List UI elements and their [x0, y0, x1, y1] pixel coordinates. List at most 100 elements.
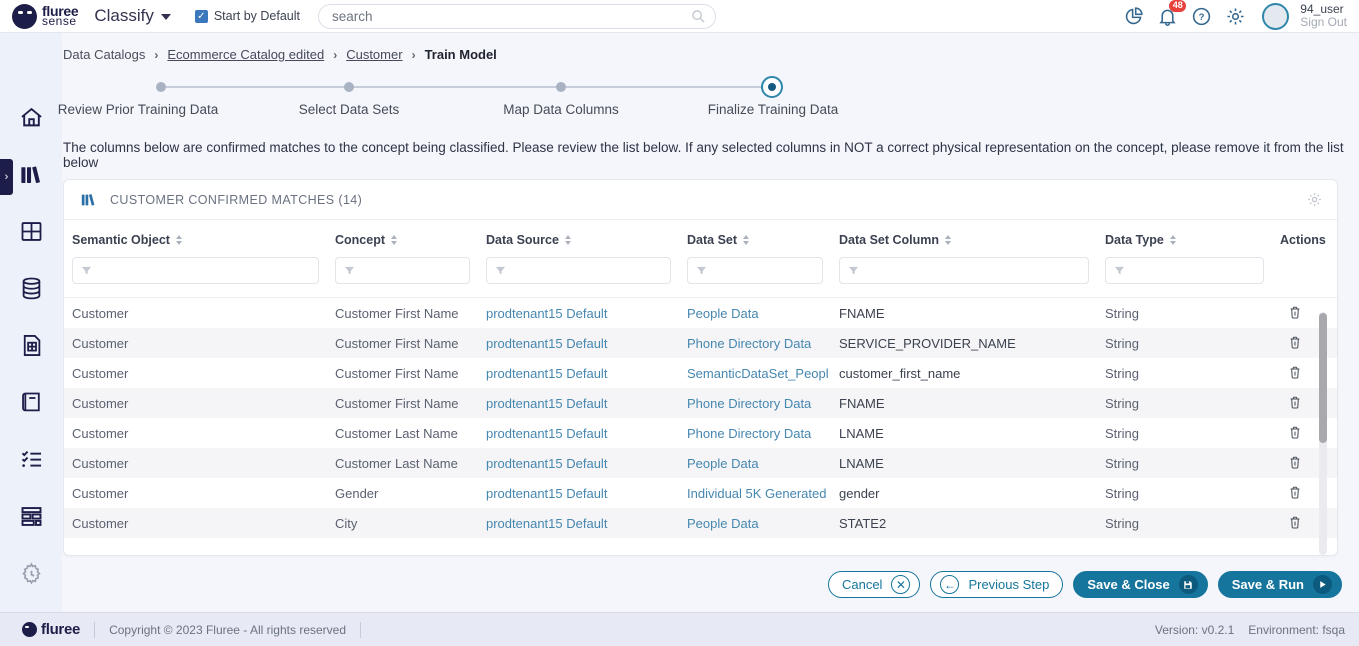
column-header-data-set-column[interactable]: Data Set Column: [839, 233, 1105, 247]
start-by-default-checkbox[interactable]: ✓ Start by Default: [195, 9, 300, 23]
cell-data-set-link[interactable]: People Data: [687, 456, 839, 471]
cell-data-set-link[interactable]: Individual 5K Generated: [687, 486, 839, 501]
cell-data-source-link[interactable]: prodtenant15 Default: [486, 396, 687, 411]
grid-icon[interactable]: [18, 218, 45, 245]
database-icon[interactable]: [18, 275, 45, 302]
delete-row-trash-icon[interactable]: [1286, 483, 1304, 502]
delete-row-trash-icon[interactable]: [1286, 513, 1304, 532]
cell-concept: Customer First Name: [335, 336, 486, 351]
version-label: Version: v0.2.1: [1155, 623, 1234, 637]
filter-semantic-object-input[interactable]: [72, 257, 319, 284]
save-run-button[interactable]: Save & Run: [1218, 571, 1342, 598]
app-logo: fluree sense: [12, 4, 78, 29]
table-row: Customer Customer First Name prodtenant1…: [64, 388, 1337, 418]
sort-icon[interactable]: [945, 235, 951, 245]
cell-data-set-link[interactable]: People Data: [687, 306, 839, 321]
cell-data-source-link[interactable]: prodtenant15 Default: [486, 426, 687, 441]
breadcrumb-customer-link[interactable]: Customer: [346, 47, 402, 62]
analytics-pie-icon[interactable]: [1122, 5, 1145, 28]
play-icon: [1313, 575, 1332, 594]
delete-row-trash-icon[interactable]: [1286, 333, 1304, 352]
filter-concept-input[interactable]: [335, 257, 470, 284]
save-run-label: Save & Run: [1232, 577, 1304, 592]
cell-data-source-link[interactable]: prodtenant15 Default: [486, 456, 687, 471]
chevron-right-icon: ›: [412, 48, 416, 62]
search-icon: [691, 9, 706, 24]
cell-data-source-link[interactable]: prodtenant15 Default: [486, 366, 687, 381]
classify-dropdown-label: Classify: [94, 6, 154, 26]
step-dot-2: [344, 82, 354, 92]
cell-data-type: String: [1105, 396, 1280, 411]
checkbox-label: Start by Default: [214, 9, 300, 23]
cell-data-source-link[interactable]: prodtenant15 Default: [486, 516, 687, 531]
settings-gear-icon[interactable]: [1224, 5, 1247, 28]
sort-icon[interactable]: [1170, 235, 1176, 245]
breadcrumb-data-catalogs[interactable]: Data Catalogs: [63, 47, 145, 62]
table-settings-gear-icon[interactable]: [1306, 191, 1323, 208]
user-avatar[interactable]: [1262, 3, 1289, 30]
help-icon[interactable]: ?: [1190, 5, 1213, 28]
save-close-button[interactable]: Save & Close: [1073, 571, 1207, 598]
cell-data-type: String: [1105, 456, 1280, 471]
cancel-button[interactable]: Cancel ✕: [828, 571, 920, 598]
sort-icon[interactable]: [391, 235, 397, 245]
cell-data-source-link[interactable]: prodtenant15 Default: [486, 306, 687, 321]
cell-data-source-link[interactable]: prodtenant15 Default: [486, 336, 687, 351]
step-dot-4-active: [761, 76, 783, 98]
checkbox-checked-icon[interactable]: ✓: [195, 10, 208, 23]
table-row: Customer Customer First Name prodtenant1…: [64, 298, 1337, 328]
column-header-semantic-object[interactable]: Semantic Object: [72, 233, 335, 247]
chevron-right-icon: ›: [154, 48, 158, 62]
breadcrumb-catalog-link[interactable]: Ecommerce Catalog edited: [167, 47, 324, 62]
fluree-logo-icon: [22, 622, 37, 637]
cancel-label: Cancel: [842, 577, 882, 592]
cell-data-set-link[interactable]: People Data: [687, 516, 839, 531]
save-icon: [1179, 575, 1198, 594]
home-icon[interactable]: [18, 104, 45, 131]
top-bar: fluree sense Classify ✓ Start by Default…: [0, 0, 1359, 33]
search-input[interactable]: [318, 4, 716, 29]
classify-dropdown[interactable]: Classify: [94, 6, 171, 26]
cell-data-set-link[interactable]: Phone Directory Data: [687, 396, 839, 411]
table-scrollbar-track[interactable]: [1319, 312, 1327, 555]
cell-data-set-column: LNAME: [839, 426, 1105, 441]
filter-data-set-input[interactable]: [687, 257, 823, 284]
library-icon[interactable]: [18, 161, 45, 188]
filter-data-type-input[interactable]: [1105, 257, 1264, 284]
delete-row-trash-icon[interactable]: [1286, 363, 1304, 382]
cell-data-set-link[interactable]: Phone Directory Data: [687, 336, 839, 351]
sign-out-link[interactable]: Sign Out: [1300, 16, 1347, 29]
previous-step-button[interactable]: ← Previous Step: [930, 571, 1063, 598]
cell-concept: Customer First Name: [335, 366, 486, 381]
cell-data-set-link[interactable]: SemanticDataSet_Peopl: [687, 366, 839, 381]
cell-data-type: String: [1105, 426, 1280, 441]
column-header-data-set[interactable]: Data Set: [687, 233, 839, 247]
cell-data-source-link[interactable]: prodtenant15 Default: [486, 486, 687, 501]
sort-icon[interactable]: [176, 235, 182, 245]
cell-semantic-object: Customer: [72, 426, 335, 441]
gear-clock-icon[interactable]: [18, 560, 45, 587]
notifications-bell-icon[interactable]: 48: [1156, 5, 1179, 28]
arrow-left-icon: ←: [940, 575, 959, 594]
delete-row-trash-icon[interactable]: [1286, 303, 1304, 322]
checklist-icon[interactable]: [18, 446, 45, 473]
filter-data-source-input[interactable]: [486, 257, 671, 284]
cell-data-set-link[interactable]: Phone Directory Data: [687, 426, 839, 441]
book-icon[interactable]: [18, 389, 45, 416]
spreadsheet-file-icon[interactable]: [18, 332, 45, 359]
column-header-data-source[interactable]: Data Source: [486, 233, 687, 247]
cell-semantic-object: Customer: [72, 336, 335, 351]
filter-data-set-column-input[interactable]: [839, 257, 1089, 284]
delete-row-trash-icon[interactable]: [1286, 423, 1304, 442]
rows-stack-icon[interactable]: [18, 503, 45, 530]
table-scrollbar-thumb[interactable]: [1319, 313, 1327, 443]
column-header-data-type[interactable]: Data Type: [1105, 233, 1280, 247]
sidebar: ›: [0, 33, 62, 612]
close-icon: ✕: [891, 575, 910, 594]
delete-row-trash-icon[interactable]: [1286, 393, 1304, 412]
column-header-concept[interactable]: Concept: [335, 233, 486, 247]
delete-row-trash-icon[interactable]: [1286, 453, 1304, 472]
environment-label: Environment: fsqa: [1248, 623, 1345, 637]
sort-icon[interactable]: [565, 235, 571, 245]
sort-icon[interactable]: [743, 235, 749, 245]
